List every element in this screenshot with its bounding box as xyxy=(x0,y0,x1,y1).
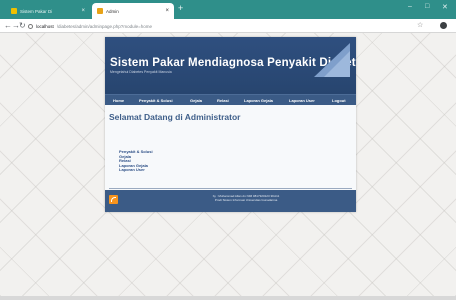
header-decoration-icon xyxy=(314,43,350,77)
info-icon[interactable] xyxy=(28,23,33,29)
close-tab-icon[interactable]: × xyxy=(165,8,169,14)
status-strip xyxy=(0,296,456,300)
site-container: Sistem Pakar Mendiagnosa Penyakit Diabet… xyxy=(105,37,356,212)
url-path: /diabetes/admin/adminpage.php?module=hom… xyxy=(56,23,152,29)
page-viewport: Sistem Pakar Mendiagnosa Penyakit Diabet… xyxy=(0,33,456,296)
tab-label: Sistem Pakar Di xyxy=(20,8,53,14)
reload-icon[interactable]: ↻ xyxy=(19,21,26,31)
quick-links: Penyakit & Solusi Gejala Relasi Laporan … xyxy=(119,149,153,173)
minimize-button[interactable]: – xyxy=(408,3,412,10)
url-host: localhost xyxy=(36,23,54,29)
new-tab-button[interactable]: + xyxy=(178,4,183,13)
close-window-button[interactable]: ✕ xyxy=(442,3,448,11)
menu-item-gejala[interactable]: Gejala xyxy=(190,98,202,103)
menu-item-laporan-gejala[interactable]: Laporan Gejala xyxy=(244,98,273,103)
footer-line: Prodi Sistem Informasi Universitas Gunad… xyxy=(214,197,278,202)
close-tab-icon[interactable]: × xyxy=(81,8,85,14)
footer-credit: by : Muhammad Allan dn NIM 0817320123 3K… xyxy=(171,194,321,202)
main-content: Selamat Datang di Administrator Penyakit… xyxy=(105,105,356,190)
tab-admin[interactable]: Admin × xyxy=(92,3,174,19)
menu-item-home[interactable]: Home xyxy=(113,98,124,103)
tab-label: Admin xyxy=(106,8,119,14)
rss-icon[interactable] xyxy=(109,195,118,204)
page-icon xyxy=(11,8,17,14)
back-arrow-icon[interactable]: ← xyxy=(4,21,12,31)
profile-avatar[interactable] xyxy=(440,22,447,29)
site-subtitle: Mengetahui Diabetes Penyakit Manusia xyxy=(110,70,172,74)
divider xyxy=(109,188,352,189)
tab-sistem-pakar[interactable]: Sistem Pakar Di × xyxy=(6,3,90,19)
main-menu: Home Penyakit & Solusi Gejala Relasi Lap… xyxy=(105,94,356,105)
bookmark-star-icon[interactable]: ☆ xyxy=(417,22,423,30)
site-header: Sistem Pakar Mendiagnosa Penyakit Diabet… xyxy=(105,37,356,94)
browser-tab-bar: Sistem Pakar Di × Admin × + – □ ✕ xyxy=(0,0,456,19)
address-bar-row: ← → ↻ localhost/diabetes/admin/adminpage… xyxy=(0,19,456,33)
url-field[interactable]: localhost/diabetes/admin/adminpage.php?m… xyxy=(28,22,418,30)
link-laporan-user[interactable]: Laporan User xyxy=(119,168,153,173)
page-heading: Selamat Datang di Administrator xyxy=(109,112,241,122)
page-icon xyxy=(97,8,103,14)
menu-item-laporan-user[interactable]: Laporan User xyxy=(289,98,315,103)
maximize-button[interactable]: □ xyxy=(425,3,429,10)
menu-item-penyakit-solusi[interactable]: Penyakit & Solusi xyxy=(139,98,173,103)
menu-item-logout[interactable]: Logout xyxy=(332,98,346,103)
menu-item-relasi[interactable]: Relasi xyxy=(217,98,229,103)
site-footer: by : Muhammad Allan dn NIM 0817320123 3K… xyxy=(105,190,356,212)
